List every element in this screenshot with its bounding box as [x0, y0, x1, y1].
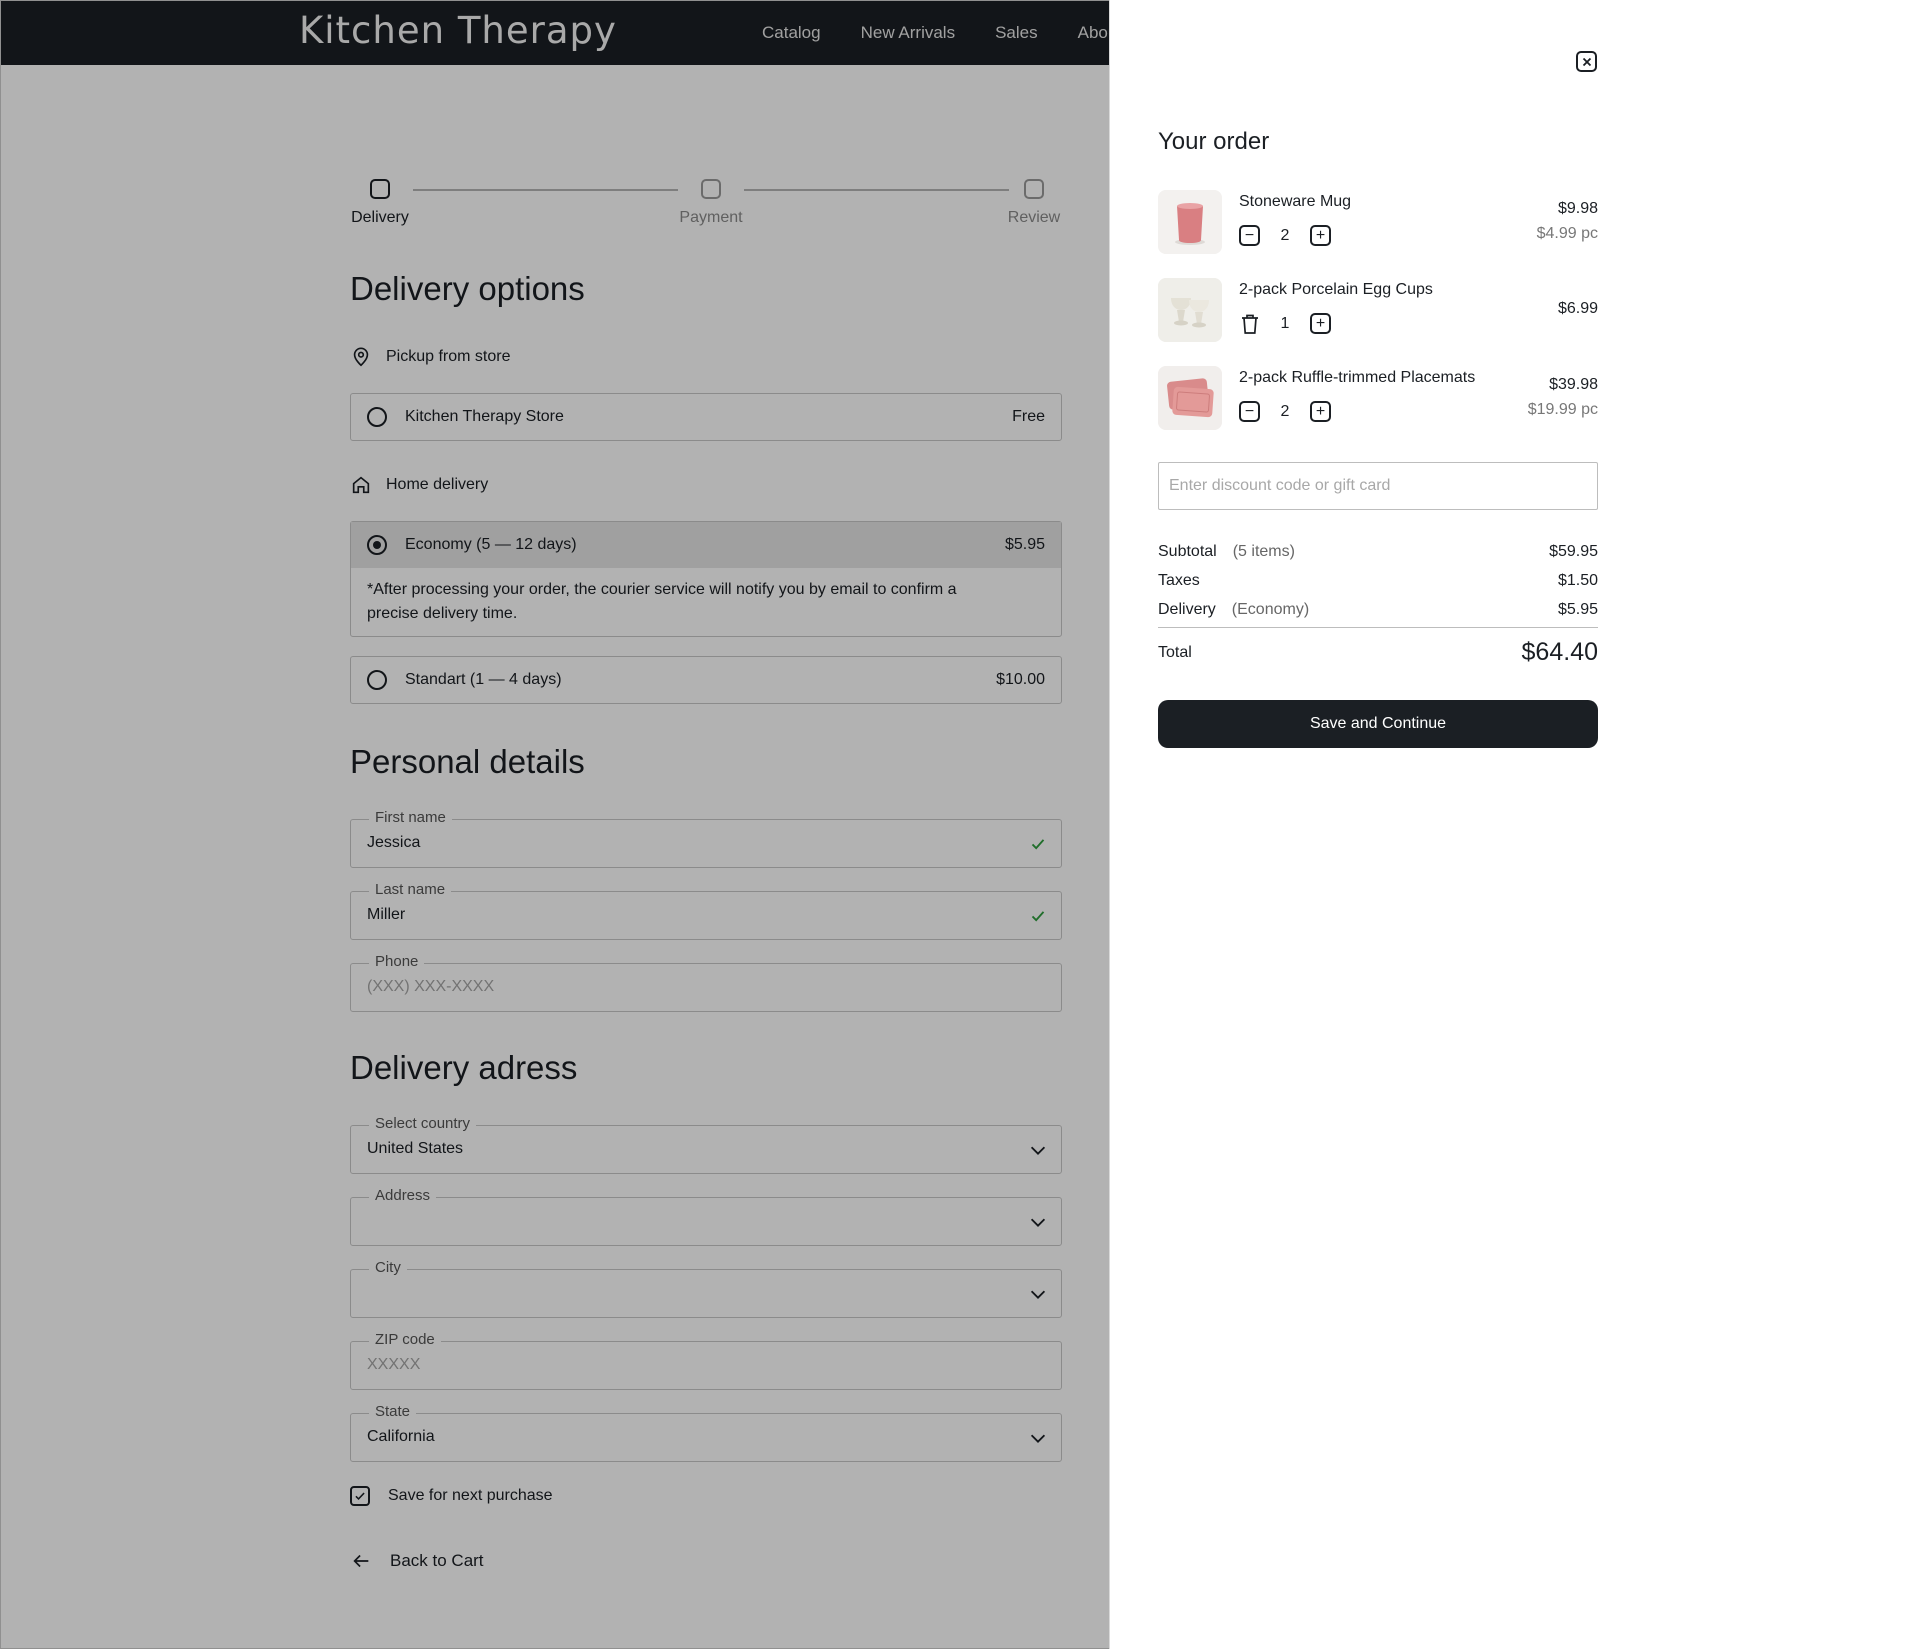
product-name: Stoneware Mug — [1239, 193, 1352, 210]
item-unit-price: $19.99 pc — [1527, 401, 1598, 418]
plus-icon[interactable]: + — [1310, 401, 1331, 422]
item-total-price: $9.98 — [1557, 200, 1598, 217]
product-image-mug[interactable] — [1158, 190, 1222, 254]
subtotal-row: Subtotal (5 items) $59.95 — [1158, 543, 1598, 560]
quantity-stepper: − 2 + — [1239, 225, 1331, 246]
total-row: Total $64.40 — [1158, 638, 1598, 666]
modal-backdrop[interactable] — [0, 0, 1110, 1649]
quantity-value: 1 — [1280, 314, 1290, 332]
quantity-value: 2 — [1280, 226, 1290, 244]
delivery-row: Delivery (Economy) $5.95 — [1158, 601, 1598, 618]
taxes-row: Taxes $1.50 — [1158, 572, 1598, 589]
discount-code-input[interactable] — [1158, 462, 1598, 510]
item-unit-price: $4.99 pc — [1536, 225, 1598, 242]
save-and-continue-button[interactable]: Save and Continue — [1158, 700, 1598, 748]
trash-icon[interactable] — [1239, 313, 1260, 334]
close-icon[interactable] — [1576, 51, 1597, 72]
quantity-stepper: − 2 + — [1239, 401, 1331, 422]
minus-icon[interactable]: − — [1239, 225, 1260, 246]
plus-icon[interactable]: + — [1310, 225, 1331, 246]
order-item: 2-pack Porcelain Egg Cups 1 + $6.99 — [1158, 278, 1598, 342]
plus-icon[interactable]: + — [1310, 313, 1331, 334]
summary-divider — [1158, 627, 1598, 628]
order-item: Stoneware Mug − 2 + $9.98 $4.99 pc — [1158, 190, 1598, 254]
quantity-value: 2 — [1280, 402, 1290, 420]
product-image-egg-cups[interactable] — [1158, 278, 1222, 342]
total-value: $64.40 — [1521, 638, 1598, 666]
minus-icon[interactable]: − — [1239, 401, 1260, 422]
order-item: 2-pack Ruffle-trimmed Placemats − 2 + $3… — [1158, 366, 1598, 430]
product-name: 2-pack Ruffle-trimmed Placemats — [1239, 369, 1476, 386]
order-summary-drawer: Your order Stoneware Mug − 2 + $9.98 $4.… — [1109, 0, 1922, 1649]
quantity-stepper: 1 + — [1239, 313, 1331, 334]
product-name: 2-pack Porcelain Egg Cups — [1239, 281, 1433, 298]
order-title: Your order — [1158, 128, 1270, 155]
item-total-price: $39.98 — [1549, 376, 1598, 393]
item-total-price: $6.99 — [1557, 300, 1598, 317]
product-image-placemats[interactable] — [1158, 366, 1222, 430]
